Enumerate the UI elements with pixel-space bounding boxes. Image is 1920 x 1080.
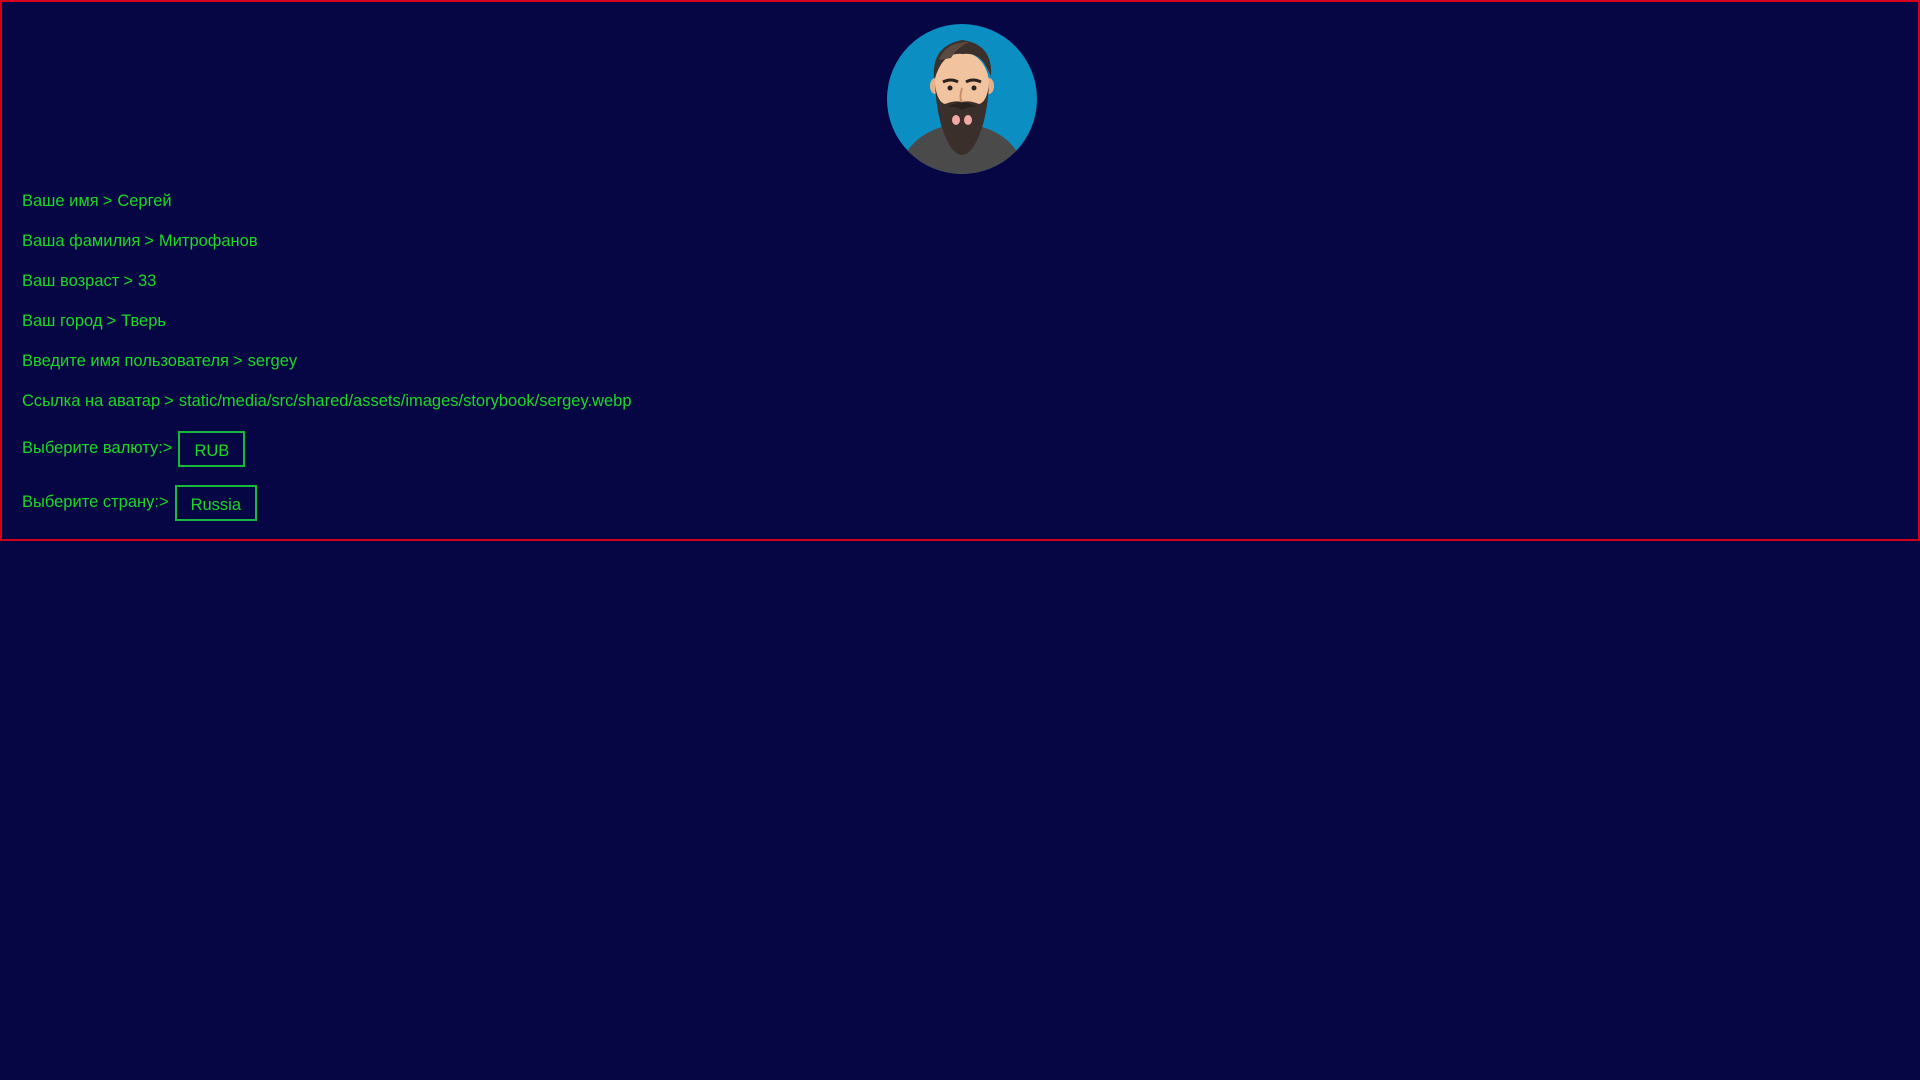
profile-card: Ваше имя > Сергей Ваша фамилия > Митрофанов … — [0, 0, 1920, 541]
city-separator: > — [106, 312, 117, 330]
field-currency: Выберите валюту:> RUB — [22, 430, 246, 467]
country-select[interactable]: Russia — [174, 484, 258, 521]
first-name-value: Сергей — [117, 192, 172, 210]
username-label: Введите имя пользователя — [22, 352, 229, 370]
avatar-bearded-man-icon — [897, 40, 1027, 174]
last-name-separator: > — [144, 232, 154, 250]
field-first-name: Ваше имя > Сергей — [22, 191, 172, 211]
country-label: Выберите страну:> — [22, 493, 169, 511]
field-country: Выберите страну:> Russia — [22, 484, 258, 521]
currency-label: Выберите валюту:> — [22, 439, 173, 457]
city-value: Тверь — [121, 312, 166, 330]
currency-select[interactable]: RUB — [178, 430, 246, 467]
avatar — [887, 24, 1037, 174]
field-last-name: Ваша фамилия > Митрофанов — [22, 231, 258, 251]
age-value: 33 — [137, 272, 157, 290]
age-label: Ваш возраст — [22, 272, 120, 290]
city-label: Ваш город — [22, 312, 103, 330]
last-name-label: Ваша фамилия — [22, 232, 141, 250]
username-separator: > — [232, 352, 243, 370]
avatar-link-value: static/media/src/shared/assets/images/st… — [178, 392, 632, 410]
last-name-value: Митрофанов — [158, 232, 258, 250]
field-city: Ваш город > Тверь — [22, 311, 166, 331]
first-name-separator: > — [102, 192, 113, 210]
field-age: Ваш возраст >33 — [22, 271, 156, 291]
avatar-link-separator: > — [164, 392, 174, 410]
age-separator: > — [123, 272, 133, 290]
avatar-link-label: Ссылка на аватар — [22, 392, 161, 410]
username-value: sergey — [247, 352, 298, 370]
first-name-label: Ваше имя — [22, 192, 99, 210]
field-username: Введите имя пользователя > sergey — [22, 351, 297, 371]
field-avatar-link: Ссылка на аватар > static/media/src/shared… — [22, 391, 632, 411]
